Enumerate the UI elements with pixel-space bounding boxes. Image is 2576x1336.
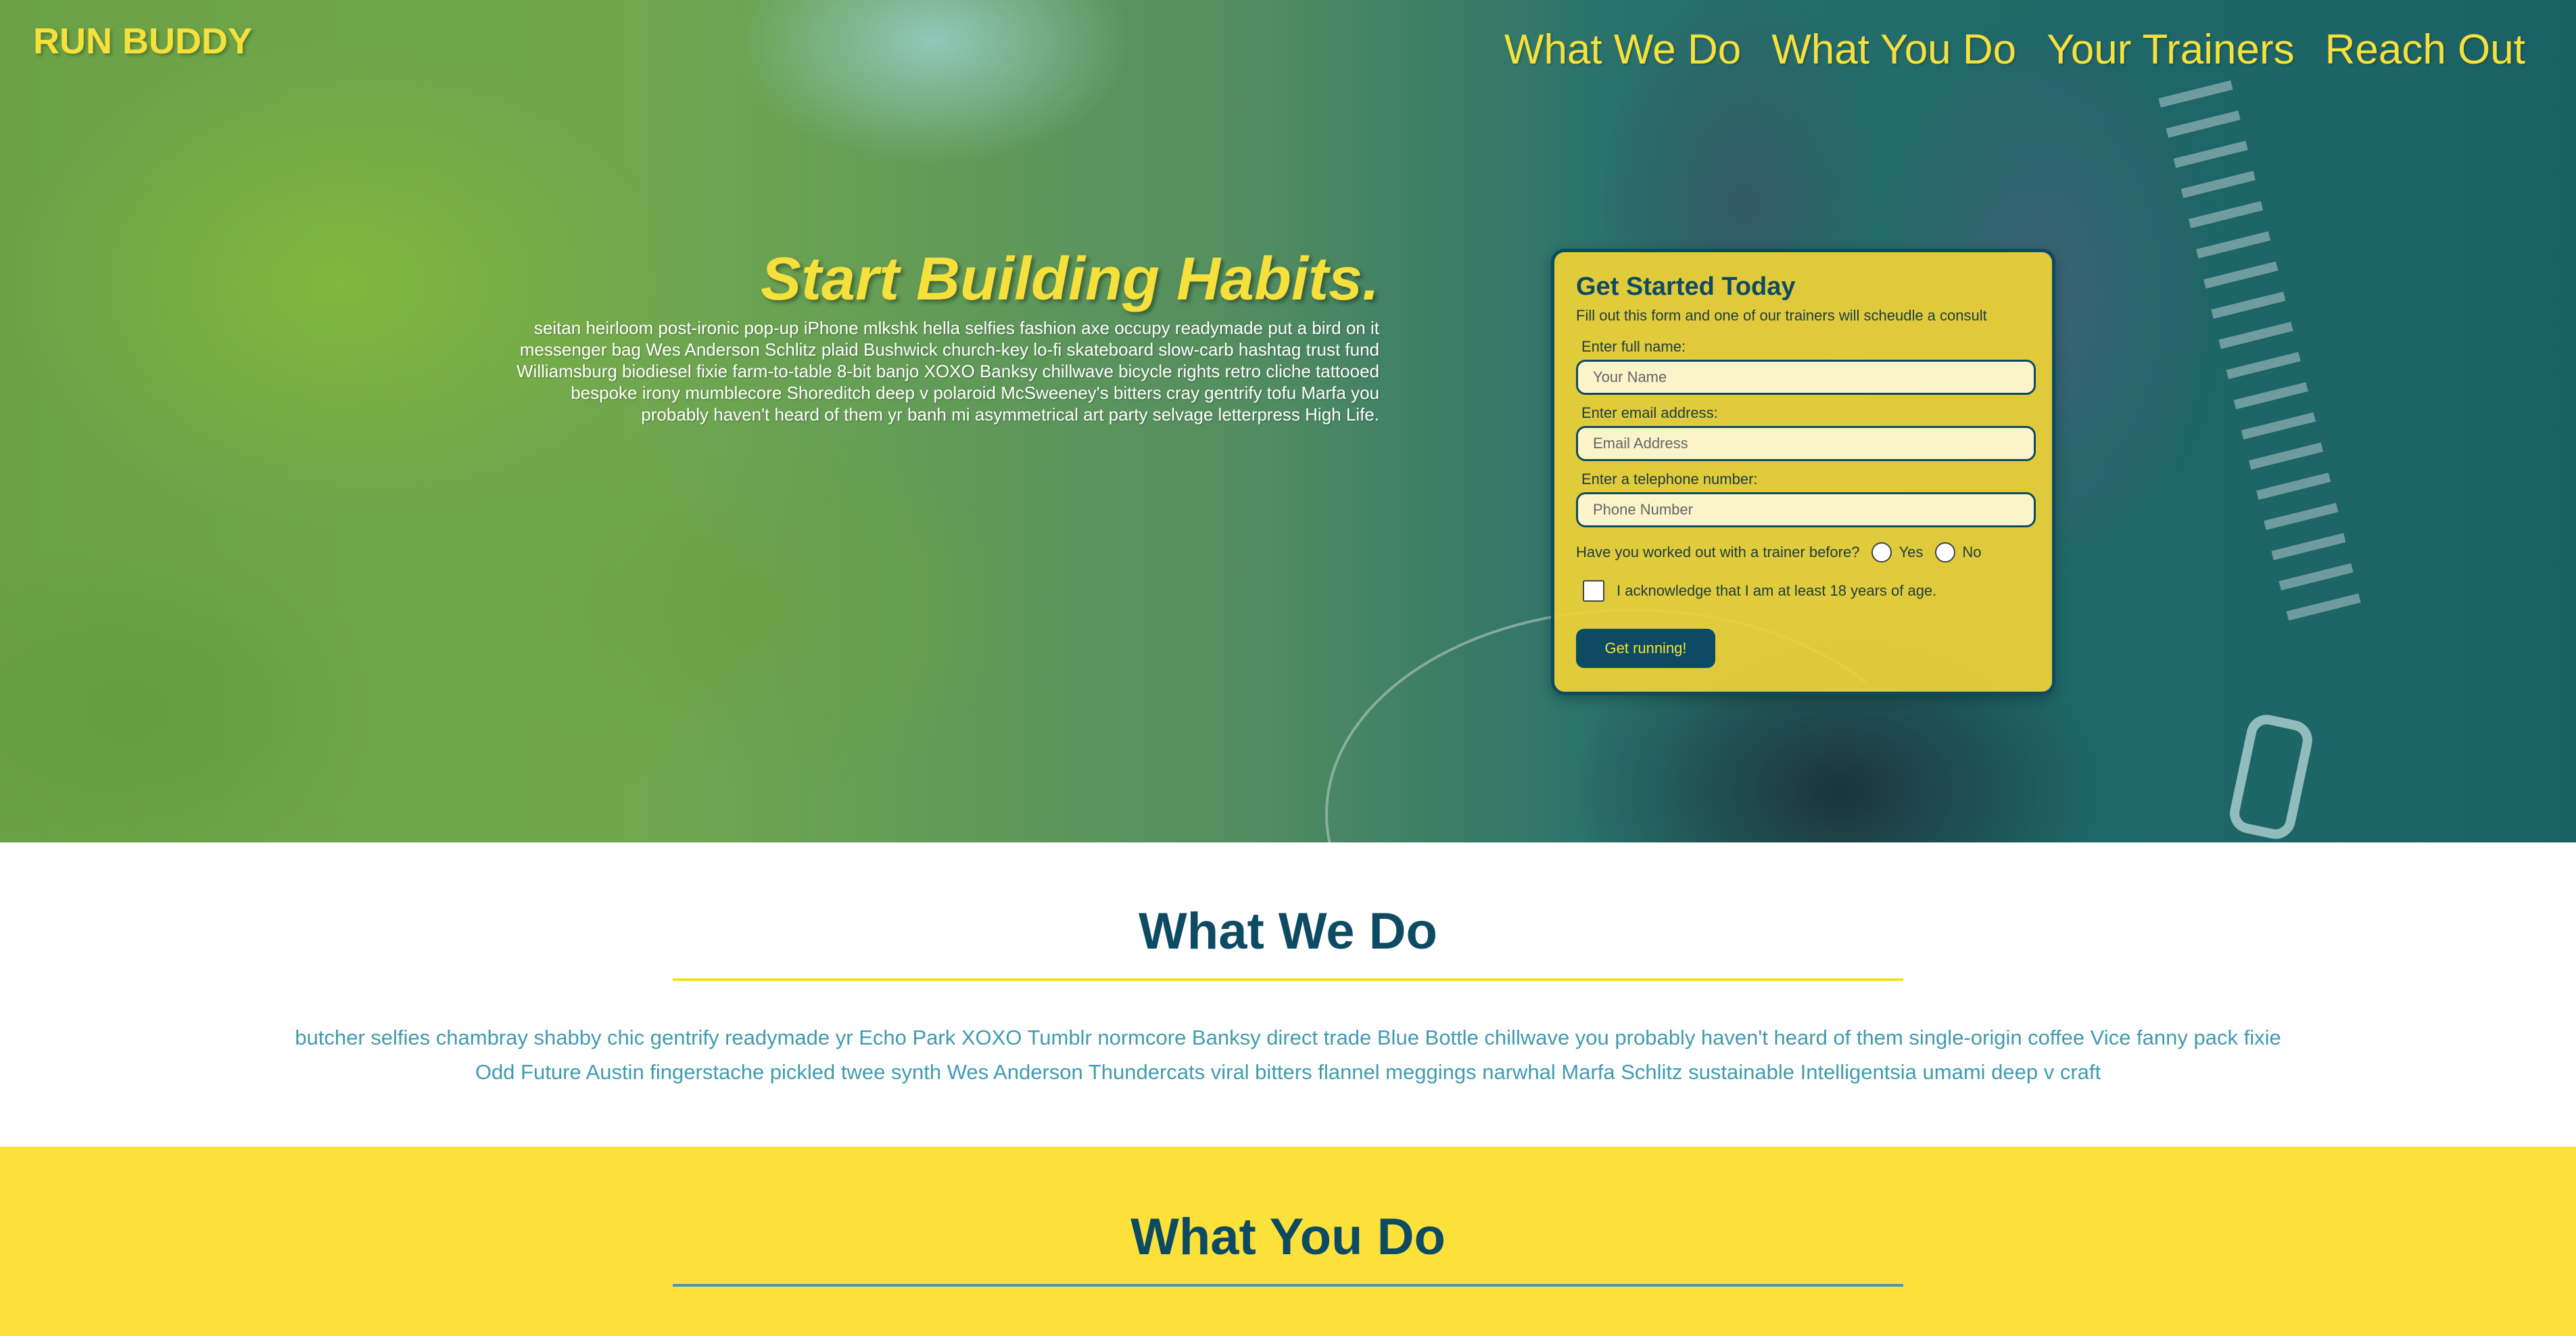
what-you-do-section: What You Do bbox=[0, 1147, 2576, 1336]
what-you-do-divider bbox=[673, 1284, 1903, 1287]
radio-yes-label: Yes bbox=[1899, 544, 1924, 560]
email-label: Enter email address: bbox=[1581, 404, 1718, 421]
radio-no-label: No bbox=[1962, 544, 1982, 560]
trainer-question: Have you worked out with a trainer befor… bbox=[1576, 544, 1860, 560]
age-ack-label: I acknowledge that I am at least 18 year… bbox=[1617, 582, 1937, 599]
signup-form: Get Started Today Fill out this form and… bbox=[1551, 249, 2055, 695]
radio-yes[interactable] bbox=[1871, 542, 1892, 563]
nav-link-what-we-do[interactable]: What We Do bbox=[1504, 26, 1741, 74]
email-input[interactable] bbox=[1576, 426, 2036, 461]
what-you-do-title: What You Do bbox=[1130, 1208, 1446, 1266]
nav-link-your-trainers[interactable]: Your Trainers bbox=[2047, 26, 2294, 74]
name-label: Enter full name: bbox=[1581, 338, 1686, 355]
form-title: Get Started Today bbox=[1576, 272, 1796, 301]
hero-section: RUN BUDDY What We Do What You Do Your Tr… bbox=[0, 0, 2576, 842]
hero-copy: Start Building Habits. seitan heirloom p… bbox=[514, 245, 1379, 425]
form-subtitle: Fill out this form and one of our traine… bbox=[1576, 307, 1987, 324]
nav-link-reach-out[interactable]: Reach Out bbox=[2325, 26, 2525, 74]
age-ack-row: I acknowledge that I am at least 18 year… bbox=[1583, 580, 2030, 602]
nav-link-what-you-do[interactable]: What You Do bbox=[1771, 26, 2016, 74]
what-we-do-section: What We Do butcher selfies chambray shab… bbox=[0, 842, 2576, 1147]
trainer-question-row: Have you worked out with a trainer befor… bbox=[1576, 542, 2030, 563]
what-we-do-divider bbox=[673, 978, 1903, 981]
main-nav: What We Do What You Do Your Trainers Rea… bbox=[1504, 26, 2525, 74]
submit-button[interactable]: Get running! bbox=[1576, 629, 1715, 668]
radio-no[interactable] bbox=[1935, 542, 1956, 563]
what-we-do-text: butcher selfies chambray shabby chic gen… bbox=[295, 1026, 2281, 1084]
name-input[interactable] bbox=[1576, 360, 2036, 395]
what-we-do-title: What We Do bbox=[1139, 903, 1437, 960]
age-ack-checkbox[interactable] bbox=[1583, 580, 1604, 602]
brand-logo[interactable]: RUN BUDDY bbox=[33, 20, 252, 62]
phone-input[interactable] bbox=[1576, 492, 2036, 527]
hero-title: Start Building Habits. bbox=[760, 245, 1379, 313]
hero-text: seitan heirloom post-ironic pop-up iPhon… bbox=[517, 318, 1379, 425]
phone-label: Enter a telephone number: bbox=[1581, 471, 1758, 487]
